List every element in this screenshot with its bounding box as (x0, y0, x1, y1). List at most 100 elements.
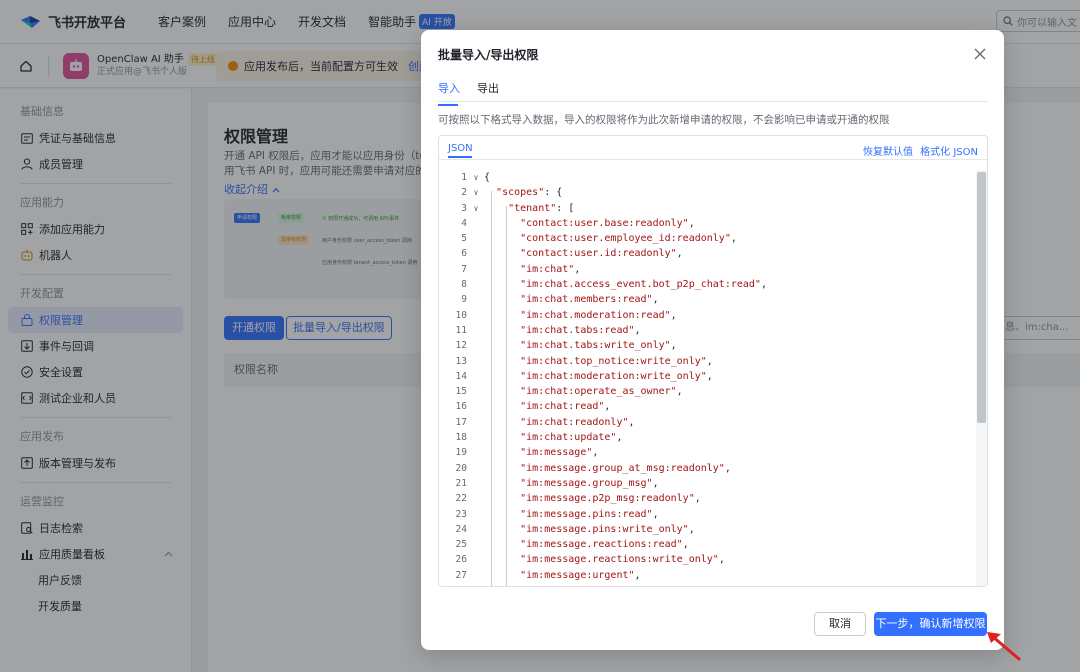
cancel-button[interactable]: 取消 (814, 612, 866, 636)
vertical-scrollbar[interactable] (976, 170, 987, 586)
format-json-link[interactable]: 格式化 JSON (920, 147, 978, 158)
tab-active-indicator (438, 104, 458, 106)
code-text: "im:message.group_msg", (520, 477, 659, 489)
code-string: "im:chat:read" (520, 401, 605, 413)
code-line[interactable]: 21 "im:message.group_msg", (439, 476, 975, 491)
code-line[interactable]: 4 "contact:user.base:readonly", (439, 216, 975, 231)
code-text: "contact:user.base:readonly", (520, 217, 695, 229)
code-string: "contact:user.employee_id:readonly" (520, 233, 731, 245)
line-number: 10 (455, 309, 467, 321)
fold-chevron-icon[interactable]: ∨ (471, 170, 481, 185)
line-number: 5 (461, 233, 467, 245)
line-number: 9 (461, 294, 467, 306)
code-line[interactable]: 8 "im:chat.access_event.bot_p2p_chat:rea… (439, 277, 975, 292)
code-line[interactable]: 2 ∨ "scopes": { (439, 185, 975, 200)
tab-import[interactable]: 导入 (438, 80, 460, 106)
modal-title: 批量导入/导出权限 (438, 48, 539, 62)
fold-chevron-icon[interactable]: ∨ (471, 201, 481, 216)
code-line[interactable]: 20 "im:message.group_at_msg:readonly", (439, 461, 975, 476)
json-editor[interactable]: JSON 恢复默认值 格式化 JSON 1 ∨{ 2 ∨ "scopes": { 3 ∨ … (438, 135, 988, 587)
code-string: "im:message.group_msg" (520, 477, 653, 489)
editor-tab-json-label: JSON (448, 143, 473, 154)
line-number: 14 (455, 370, 467, 382)
scrollbar-thumb[interactable] (977, 172, 986, 423)
code-line[interactable]: 15 "im:chat:operate_as_owner", (439, 384, 975, 399)
line-number: 27 (455, 569, 467, 581)
line-number: 26 (455, 554, 467, 566)
code-line[interactable]: 19 "im:message", (439, 445, 975, 460)
code-string: "im:chat:operate_as_owner" (520, 386, 677, 398)
code-line[interactable]: 26 "im:message.reactions:write_only", (439, 552, 975, 567)
editor-actions: 恢复默认值 格式化 JSON (859, 143, 978, 158)
import-hint: 可按照以下格式导入数据，导入的权限将作为此次新增申请的权限，不会影响已申请或开通… (438, 114, 890, 126)
code-text: "im:message", (520, 447, 599, 459)
code-string: "im:message.reactions:read" (520, 539, 683, 551)
code-line[interactable]: 7 "im:chat", (439, 262, 975, 277)
code-text: "scopes": { (496, 187, 563, 199)
code-line[interactable]: 17 "im:chat:readonly", (439, 415, 975, 430)
code-string: "scopes" (496, 187, 545, 199)
code-string: "im:chat.moderation:read" (520, 309, 671, 321)
code-text: "im:chat.members:read", (520, 294, 659, 306)
code-string: "im:message:urgent" (520, 569, 635, 581)
code-string: "im:chat.members:read" (520, 294, 653, 306)
code-string: "im:message.pins:read" (520, 508, 653, 520)
annotation-arrow-icon (987, 632, 1021, 661)
code-string: "im:message.p2p_msg:readonly" (520, 493, 695, 505)
modal-tabs: 导入 导出 (438, 76, 988, 106)
line-number: 2 (461, 187, 467, 199)
line-number: 8 (461, 279, 467, 291)
fold-chevron-icon[interactable]: ∨ (471, 185, 481, 200)
close-icon[interactable] (972, 46, 988, 62)
code-text: "im:chat:read", (520, 401, 611, 413)
code-line[interactable]: 3 ∨ "tenant": [ (439, 201, 975, 216)
code-line[interactable]: 25 "im:message.reactions:read", (439, 537, 975, 552)
code-line[interactable]: 13 "im:chat.top_notice:write_only", (439, 354, 975, 369)
line-number: 7 (461, 263, 467, 275)
code-line[interactable]: 14 "im:chat:moderation:write_only", (439, 369, 975, 384)
code-line[interactable]: 5 "contact:user.employee_id:readonly", (439, 231, 975, 246)
code-text: "contact:user.id:readonly", (520, 248, 683, 260)
line-number: 24 (455, 523, 467, 535)
code-string: "im:chat:update" (520, 432, 617, 444)
code-text: "contact:user.employee_id:readonly", (520, 233, 737, 245)
code-string: "im:chat.tabs:read" (520, 324, 635, 336)
code-string: "im:chat.top_notice:write_only" (520, 355, 707, 367)
code-line[interactable]: 27 "im:message:urgent", (439, 568, 975, 583)
line-number: 18 (455, 432, 467, 444)
code-line[interactable]: 6 "contact:user.id:readonly", (439, 246, 975, 261)
code-string: "im:message.pins:write_only" (520, 523, 689, 535)
code-text: "im:chat:update", (520, 432, 623, 444)
line-number: 4 (461, 217, 467, 229)
code-text: "im:message.pins:write_only", (520, 523, 695, 535)
line-number: 21 (455, 477, 467, 489)
code-text: "im:chat:moderation:write_only", (520, 370, 713, 382)
code-string: "contact:user.id:readonly" (520, 248, 677, 260)
code-line[interactable]: 24 "im:message.pins:write_only", (439, 522, 975, 537)
code-line[interactable]: 22 "im:message.p2p_msg:readonly", (439, 491, 975, 506)
code-string: "im:chat" (520, 263, 575, 275)
code-area[interactable]: 1 ∨{ 2 ∨ "scopes": { 3 ∨ "tenant": [4 "contac… (439, 170, 975, 586)
code-line[interactable]: 16 "im:chat:read", (439, 399, 975, 414)
code-text: "im:chat:readonly", (520, 416, 635, 428)
editor-tab-json[interactable]: JSON (448, 143, 473, 158)
code-string: "im:chat:moderation:write_only" (520, 370, 707, 382)
line-number: 25 (455, 539, 467, 551)
line-number: 12 (455, 340, 467, 352)
code-line[interactable]: 23 "im:message.pins:read", (439, 507, 975, 522)
code-text: "im:chat.top_notice:write_only", (520, 355, 713, 367)
confirm-next-button[interactable]: 下一步，确认新增权限 (874, 612, 987, 636)
tab-export[interactable]: 导出 (477, 80, 499, 96)
code-string: "contact:user.base:readonly" (520, 217, 689, 229)
code-line[interactable]: 1 ∨{ (439, 170, 975, 185)
line-number: 15 (455, 386, 467, 398)
reset-default-link[interactable]: 恢复默认值 (863, 147, 913, 158)
code-line[interactable]: 10 "im:chat.moderation:read", (439, 308, 975, 323)
code-line[interactable]: 11 "im:chat.tabs:read", (439, 323, 975, 338)
code-text: "im:message.pins:read", (520, 508, 659, 520)
code-line[interactable]: 18 "im:chat:update", (439, 430, 975, 445)
code-string: "im:chat:readonly" (520, 416, 629, 428)
line-number: 13 (455, 355, 467, 367)
code-line[interactable]: 9 "im:chat.members:read", (439, 292, 975, 307)
code-line[interactable]: 12 "im:chat.tabs:write_only", (439, 338, 975, 353)
